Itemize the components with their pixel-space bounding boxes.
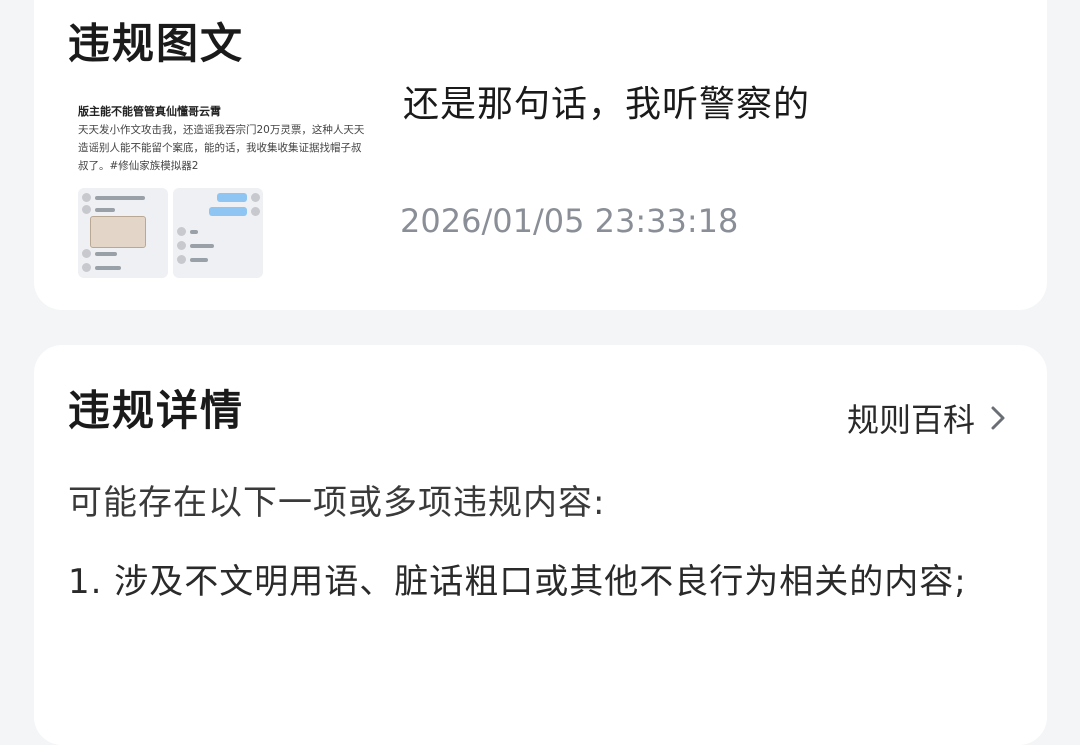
- section-title: 违规详情: [68, 386, 245, 435]
- rules-encyclopedia-link[interactable]: 规则百科: [847, 395, 1013, 441]
- thumbnail-image: [90, 216, 146, 248]
- chevron-right-icon: [989, 402, 1013, 434]
- section-title: 违规图文: [68, 19, 245, 68]
- thumbnail-post-body: 天天发小作文攻击我，还造谣我吞宗门20万灵票，这种人天天造谣别人能不能留个案底，…: [78, 124, 365, 172]
- rules-link-label: 规则百科: [846, 401, 975, 439]
- violation-description: 可能存在以下一项或多项违规内容:: [68, 483, 606, 523]
- thumbnail-post-title: 版主能不能管管真仙懂哥云霄: [78, 105, 221, 118]
- violation-details-card: 违规详情 规则百科 可能存在以下一项或多项违规内容: 1. 涉及不文明用语、脏话…: [34, 345, 1047, 745]
- post-thumbnail[interactable]: 版主能不能管管真仙懂哥云霄 天天发小作文攻击我，还造谣我吞宗门20万灵票，这种人…: [78, 103, 378, 278]
- violation-item: 1. 涉及不文明用语、脏话粗口或其他不良行为相关的内容;: [68, 562, 967, 602]
- thumbnail-chat-screenshot: [173, 188, 263, 278]
- violation-message: 还是那句话，我听警察的: [403, 84, 811, 125]
- thumbnail-chat-screenshot: [78, 188, 168, 278]
- violation-timestamp: 2026/01/05 23:33:18: [400, 202, 739, 240]
- violation-content-card: 违规图文 版主能不能管管真仙懂哥云霄 天天发小作文攻击我，还造谣我吞宗门20万灵…: [34, 0, 1047, 310]
